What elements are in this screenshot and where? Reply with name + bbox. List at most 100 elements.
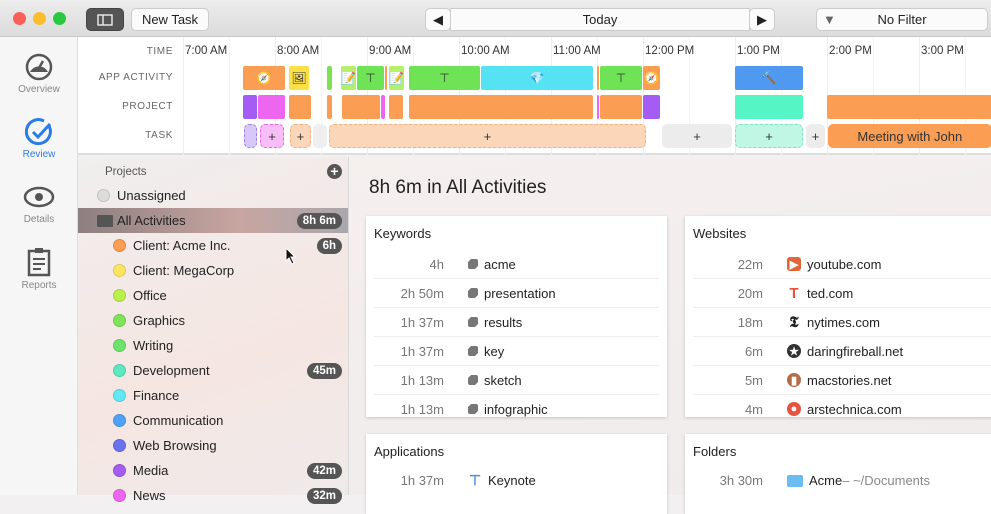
list-item[interactable]: 22m ▶ youtube.com	[693, 250, 991, 279]
close-window-button[interactable]	[13, 12, 26, 25]
card-title: Applications	[374, 444, 445, 459]
tag-icon	[468, 317, 478, 327]
task-block[interactable]: +	[806, 124, 825, 148]
list-item[interactable]: 1h 13m infographic	[374, 395, 659, 417]
list-item[interactable]: 2h 50m presentation	[374, 279, 659, 308]
sidebar-item-news[interactable]: News 32m	[78, 483, 348, 508]
item-label: acme	[484, 256, 516, 272]
time-tick-label: 3:00 PM	[921, 45, 964, 57]
list-item[interactable]: 6m ★ daringfireball.net	[693, 337, 991, 366]
color-dot	[113, 289, 126, 302]
date-selector[interactable]: Today	[450, 8, 750, 31]
task-block[interactable]	[312, 124, 327, 148]
chevron-right-icon: ▶	[757, 11, 767, 27]
zoom-window-button[interactable]	[53, 12, 66, 25]
timeline[interactable]: TIME APP ACTIVITY PROJECT TASK 7:00 AM 8:…	[78, 37, 991, 155]
list-item[interactable]: 4h acme	[374, 250, 659, 279]
tag-icon	[468, 288, 478, 298]
app-block	[326, 66, 332, 90]
sidebar-item-communication[interactable]: Communication	[78, 408, 348, 433]
time-tick-label: 10:00 AM	[461, 45, 510, 57]
duration-badge: 32m	[306, 487, 342, 504]
project-block	[388, 95, 403, 119]
main-content: 8h 6m in All Activities Keywords 4h acme 2h…	[349, 157, 991, 514]
projects-sidebar: Projects + Unassigned All Activities 8h 6m…	[78, 157, 349, 504]
list-item[interactable]: 5m ▮ macstories.net	[693, 366, 991, 395]
sidebar-item-development[interactable]: Development 45m	[78, 358, 348, 383]
task-block[interactable]: +	[329, 124, 646, 148]
sidebar-item-client-acme-inc-[interactable]: Client: Acme Inc. 6h	[78, 233, 348, 258]
nav-overview[interactable]: Overview	[0, 53, 78, 95]
sidebar-item-label: Communication	[133, 413, 224, 428]
keynote-icon: ⊤	[468, 472, 482, 488]
list-item[interactable]: 1h 13m sketch	[374, 366, 659, 395]
task-block[interactable]: +	[260, 124, 285, 148]
list-item[interactable]: 4m ● arstechnica.com	[693, 395, 991, 417]
checkmark-icon	[25, 118, 52, 146]
app-block: ⊤	[356, 66, 385, 90]
list-item[interactable]: 1h 37m ⊤ Keynote	[374, 466, 659, 495]
color-dot	[113, 439, 126, 452]
task-block[interactable]	[243, 124, 257, 148]
hour-gridline	[183, 37, 184, 155]
task-label: Meeting with John	[857, 128, 963, 144]
minimize-window-button[interactable]	[33, 12, 46, 25]
macstories-icon: ▮	[787, 373, 801, 387]
task-block[interactable]: +	[735, 124, 803, 148]
sidebar-item-all-activities[interactable]: All Activities 8h 6m	[78, 208, 348, 233]
task-block[interactable]: +	[289, 124, 311, 148]
item-time: 1h 37m	[400, 343, 444, 359]
add-task-icon: +	[483, 128, 492, 144]
new-task-button[interactable]: New Task	[131, 8, 209, 31]
app-block	[385, 66, 388, 90]
list-item[interactable]: 1h 37m results	[374, 308, 659, 337]
youtube-icon: ▶	[787, 257, 801, 271]
clipboard-icon	[27, 248, 51, 277]
toggle-sidebar-button[interactable]	[86, 8, 124, 31]
tag-icon	[468, 375, 478, 385]
sidebar-item-finance[interactable]: Finance	[78, 383, 348, 408]
sidebar-item-unassigned[interactable]: Unassigned	[78, 183, 348, 208]
sidebar-item-writing[interactable]: Writing	[78, 333, 348, 358]
websites-card: Websites 22m ▶ youtube.com 20m Tted.com 18m 𝕿ny…	[685, 216, 991, 417]
row-label-project: PROJECT	[122, 101, 173, 112]
sidebar-item-graphics[interactable]: Graphics	[78, 308, 348, 333]
project-block	[827, 95, 991, 119]
task-block[interactable]: +	[662, 124, 732, 148]
time-tick-label: 12:00 PM	[645, 45, 695, 57]
folder-icon	[97, 214, 113, 227]
tag-icon	[468, 259, 478, 269]
item-time: 3h 30m	[719, 473, 763, 488]
app-block: 🧭	[242, 66, 286, 90]
add-project-button[interactable]: +	[327, 164, 342, 179]
nav-review[interactable]: Review	[0, 118, 78, 160]
pages-app-icon: 📝	[340, 71, 356, 85]
mouse-cursor-icon	[285, 247, 297, 265]
sidebar-item-client-megacorp[interactable]: Client: MegaCorp	[78, 258, 348, 283]
sidebar-item-web-browsing[interactable]: Web Browsing	[78, 433, 348, 458]
list-item[interactable]: 1h 37m key	[374, 337, 659, 366]
sidebar-item-media[interactable]: Media 42m	[78, 458, 348, 483]
app-block: 📝	[340, 66, 356, 90]
list-item[interactable]: 18m 𝕿nytimes.com	[693, 308, 991, 337]
safari-app-icon: 🧭	[256, 71, 272, 85]
filter-label: No Filter	[877, 12, 927, 27]
list-item[interactable]: 3h 30m Acme – ~/Documents	[693, 466, 991, 495]
nav-bar: Overview Review Details Reports	[0, 37, 78, 495]
task-block[interactable]: Meeting with John	[828, 124, 991, 148]
filter-button[interactable]: ▼ No Filter	[816, 8, 988, 31]
nav-reports[interactable]: Reports	[0, 247, 78, 291]
item-label: arstechnica.com	[807, 401, 902, 417]
next-day-button[interactable]: ▶	[749, 8, 775, 31]
color-dot	[97, 189, 110, 202]
add-task-icon: +	[296, 128, 305, 144]
applications-card: Applications 1h 37m ⊤ Keynote	[366, 434, 667, 514]
half-hour-gridline	[229, 37, 230, 155]
list-item[interactable]: 20m Tted.com	[693, 279, 991, 308]
nav-details[interactable]: Details	[0, 183, 78, 225]
previous-day-button[interactable]: ◀	[425, 8, 451, 31]
item-time: 18m	[737, 314, 763, 330]
project-block	[409, 95, 593, 119]
sidebar-item-office[interactable]: Office	[78, 283, 348, 308]
arstechnica-icon: ●	[787, 402, 801, 416]
